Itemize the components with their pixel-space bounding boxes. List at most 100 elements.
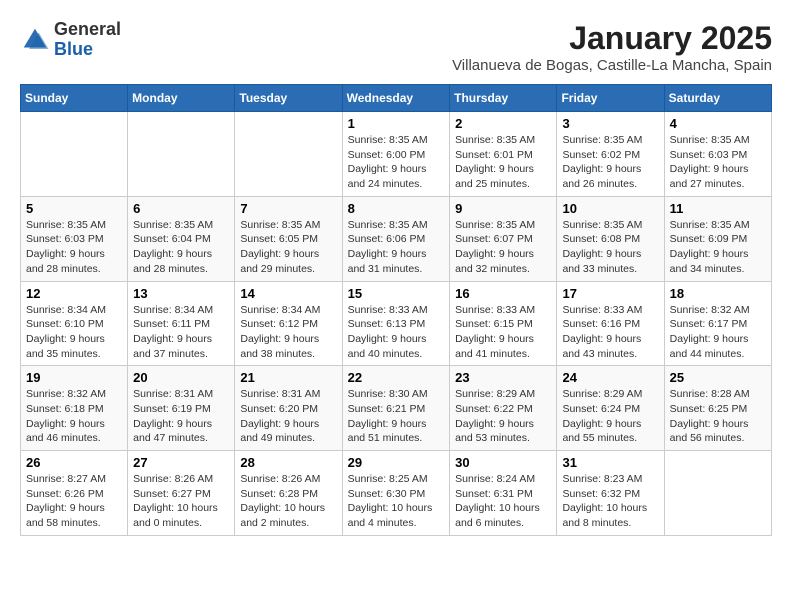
logo-general: General [54, 19, 121, 39]
day-number: 26 [26, 455, 122, 470]
day-number: 1 [348, 116, 445, 131]
day-info: Sunrise: 8:34 AMSunset: 6:10 PMDaylight:… [26, 303, 122, 362]
calendar-cell: 7Sunrise: 8:35 AMSunset: 6:05 PMDaylight… [235, 196, 342, 281]
logo-text: General Blue [54, 20, 121, 60]
day-info: Sunrise: 8:35 AMSunset: 6:06 PMDaylight:… [348, 218, 445, 277]
day-info: Sunrise: 8:28 AMSunset: 6:25 PMDaylight:… [670, 387, 766, 446]
day-info: Sunrise: 8:26 AMSunset: 6:27 PMDaylight:… [133, 472, 229, 531]
logo: General Blue [20, 20, 121, 60]
day-info: Sunrise: 8:34 AMSunset: 6:11 PMDaylight:… [133, 303, 229, 362]
day-number: 24 [562, 370, 658, 385]
day-number: 5 [26, 201, 122, 216]
page-header: General Blue January 2025 Villanueva de … [20, 20, 772, 74]
day-info: Sunrise: 8:35 AMSunset: 6:07 PMDaylight:… [455, 218, 551, 277]
calendar-cell: 14Sunrise: 8:34 AMSunset: 6:12 PMDayligh… [235, 281, 342, 366]
day-info: Sunrise: 8:35 AMSunset: 6:09 PMDaylight:… [670, 218, 766, 277]
day-number: 13 [133, 286, 229, 301]
day-info: Sunrise: 8:35 AMSunset: 6:03 PMDaylight:… [26, 218, 122, 277]
month-title: January 2025 [452, 20, 772, 57]
day-info: Sunrise: 8:31 AMSunset: 6:19 PMDaylight:… [133, 387, 229, 446]
day-info: Sunrise: 8:35 AMSunset: 6:03 PMDaylight:… [670, 133, 766, 192]
day-number: 6 [133, 201, 229, 216]
weekday-header-monday: Monday [128, 85, 235, 112]
calendar-cell: 15Sunrise: 8:33 AMSunset: 6:13 PMDayligh… [342, 281, 450, 366]
calendar-cell [664, 451, 771, 536]
day-number: 16 [455, 286, 551, 301]
calendar-cell: 29Sunrise: 8:25 AMSunset: 6:30 PMDayligh… [342, 451, 450, 536]
day-info: Sunrise: 8:32 AMSunset: 6:17 PMDaylight:… [670, 303, 766, 362]
logo-blue: Blue [54, 39, 93, 59]
day-number: 4 [670, 116, 766, 131]
day-info: Sunrise: 8:35 AMSunset: 6:01 PMDaylight:… [455, 133, 551, 192]
calendar-week-row: 19 Sunrise: 8:32 AMSunset: 6:18 PMDayligh… [21, 366, 772, 451]
day-info: Sunrise: 8:33 AMSunset: 6:13 PMDaylight:… [348, 303, 445, 362]
weekday-header-thursday: Thursday [450, 85, 557, 112]
day-number: 27 [133, 455, 229, 470]
day-info: Sunrise: 8:26 AMSunset: 6:28 PMDaylight:… [240, 472, 336, 531]
calendar-cell: 1 Sunrise: 8:35 AMSunset: 6:00 PMDaylight… [342, 112, 450, 197]
day-number: 25 [670, 370, 766, 385]
day-number: 18 [670, 286, 766, 301]
weekday-header-row: SundayMondayTuesdayWednesdayThursdayFrid… [21, 85, 772, 112]
title-block: January 2025 Villanueva de Bogas, Castil… [452, 20, 772, 74]
weekday-header-tuesday: Tuesday [235, 85, 342, 112]
calendar-cell: 13 Sunrise: 8:34 AMSunset: 6:11 PMDayligh… [128, 281, 235, 366]
calendar-cell [128, 112, 235, 197]
weekday-header-wednesday: Wednesday [342, 85, 450, 112]
day-number: 22 [348, 370, 445, 385]
day-info: Sunrise: 8:31 AMSunset: 6:20 PMDaylight:… [240, 387, 336, 446]
calendar-cell: 21 Sunrise: 8:31 AMSunset: 6:20 PMDayligh… [235, 366, 342, 451]
logo-icon [20, 25, 50, 55]
day-number: 21 [240, 370, 336, 385]
calendar-table: SundayMondayTuesdayWednesdayThursdayFrid… [20, 84, 772, 536]
day-number: 31 [562, 455, 658, 470]
day-number: 10 [562, 201, 658, 216]
day-number: 2 [455, 116, 551, 131]
weekday-header-saturday: Saturday [664, 85, 771, 112]
day-number: 28 [240, 455, 336, 470]
calendar-cell: 6 Sunrise: 8:35 AMSunset: 6:04 PMDaylight… [128, 196, 235, 281]
calendar-cell: 2 Sunrise: 8:35 AMSunset: 6:01 PMDaylight… [450, 112, 557, 197]
day-info: Sunrise: 8:35 AMSunset: 6:04 PMDaylight:… [133, 218, 229, 277]
day-info: Sunrise: 8:35 AMSunset: 6:00 PMDaylight:… [348, 133, 445, 192]
day-number: 3 [562, 116, 658, 131]
day-info: Sunrise: 8:35 AMSunset: 6:05 PMDaylight:… [240, 218, 336, 277]
day-number: 11 [670, 201, 766, 216]
calendar-cell: 28 Sunrise: 8:26 AMSunset: 6:28 PMDayligh… [235, 451, 342, 536]
calendar-cell: 27 Sunrise: 8:26 AMSunset: 6:27 PMDayligh… [128, 451, 235, 536]
day-info: Sunrise: 8:32 AMSunset: 6:18 PMDaylight:… [26, 387, 122, 446]
day-info: Sunrise: 8:35 AMSunset: 6:02 PMDaylight:… [562, 133, 658, 192]
calendar-week-row: 26 Sunrise: 8:27 AMSunset: 6:26 PMDayligh… [21, 451, 772, 536]
calendar-cell: 17Sunrise: 8:33 AMSunset: 6:16 PMDayligh… [557, 281, 664, 366]
day-number: 17 [562, 286, 658, 301]
calendar-cell: 22 Sunrise: 8:30 AMSunset: 6:21 PMDayligh… [342, 366, 450, 451]
location-title: Villanueva de Bogas, Castille-La Mancha,… [452, 57, 772, 74]
day-info: Sunrise: 8:35 AMSunset: 6:08 PMDaylight:… [562, 218, 658, 277]
weekday-header-sunday: Sunday [21, 85, 128, 112]
calendar-cell: 30Sunrise: 8:24 AMSunset: 6:31 PMDayligh… [450, 451, 557, 536]
calendar-cell: 9 Sunrise: 8:35 AMSunset: 6:07 PMDaylight… [450, 196, 557, 281]
calendar-cell: 25 Sunrise: 8:28 AMSunset: 6:25 PMDayligh… [664, 366, 771, 451]
calendar-cell: 4 Sunrise: 8:35 AMSunset: 6:03 PMDaylight… [664, 112, 771, 197]
calendar-cell: 20Sunrise: 8:31 AMSunset: 6:19 PMDayligh… [128, 366, 235, 451]
calendar-cell: 19 Sunrise: 8:32 AMSunset: 6:18 PMDayligh… [21, 366, 128, 451]
day-info: Sunrise: 8:25 AMSunset: 6:30 PMDaylight:… [348, 472, 445, 531]
day-info: Sunrise: 8:23 AMSunset: 6:32 PMDaylight:… [562, 472, 658, 531]
calendar-cell [21, 112, 128, 197]
calendar-cell [235, 112, 342, 197]
calendar-week-row: 1 Sunrise: 8:35 AMSunset: 6:00 PMDaylight… [21, 112, 772, 197]
day-number: 19 [26, 370, 122, 385]
day-info: Sunrise: 8:30 AMSunset: 6:21 PMDaylight:… [348, 387, 445, 446]
day-number: 30 [455, 455, 551, 470]
day-number: 9 [455, 201, 551, 216]
calendar-cell: 12Sunrise: 8:34 AMSunset: 6:10 PMDayligh… [21, 281, 128, 366]
calendar-cell: 31 Sunrise: 8:23 AMSunset: 6:32 PMDayligh… [557, 451, 664, 536]
day-number: 8 [348, 201, 445, 216]
calendar-week-row: 12Sunrise: 8:34 AMSunset: 6:10 PMDayligh… [21, 281, 772, 366]
day-info: Sunrise: 8:34 AMSunset: 6:12 PMDaylight:… [240, 303, 336, 362]
calendar-cell: 23Sunrise: 8:29 AMSunset: 6:22 PMDayligh… [450, 366, 557, 451]
day-info: Sunrise: 8:27 AMSunset: 6:26 PMDaylight:… [26, 472, 122, 531]
calendar-cell: 5 Sunrise: 8:35 AMSunset: 6:03 PMDaylight… [21, 196, 128, 281]
calendar-cell: 24Sunrise: 8:29 AMSunset: 6:24 PMDayligh… [557, 366, 664, 451]
day-number: 23 [455, 370, 551, 385]
